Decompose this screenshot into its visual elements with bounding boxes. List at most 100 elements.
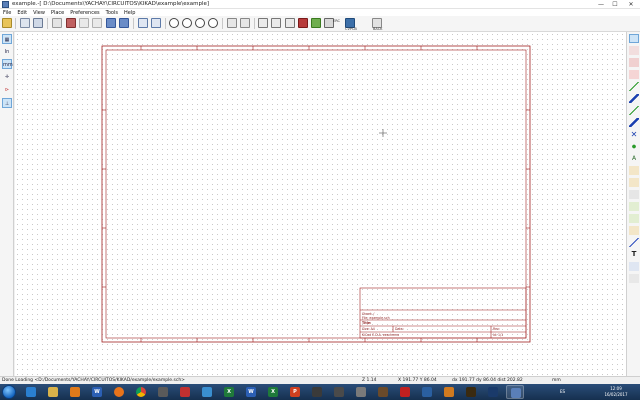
close-button[interactable]: ✕ (622, 0, 640, 9)
minimize-button[interactable]: — (594, 0, 608, 9)
app-icon (466, 387, 476, 397)
start-button[interactable] (2, 385, 16, 399)
library-editor-icon[interactable] (258, 18, 268, 28)
units-inch-icon[interactable]: In (2, 47, 12, 57)
highlight-net-icon[interactable] (629, 46, 639, 55)
place-bus-icon[interactable] (629, 94, 639, 103)
import-sheet-pin-icon[interactable] (629, 202, 639, 211)
taskbar-app-11[interactable]: X (220, 385, 238, 399)
taskbar-app-8[interactable] (154, 385, 172, 399)
back-label: BACK (373, 27, 383, 31)
taskbar-app-20[interactable] (418, 385, 436, 399)
taskbar-app-firefox[interactable] (110, 385, 128, 399)
taskbar-app-21[interactable] (440, 385, 458, 399)
menu-help[interactable]: Help (121, 10, 138, 16)
menu-edit[interactable]: Edit (14, 10, 30, 16)
netlist-icon[interactable] (311, 18, 321, 28)
excel-icon: X (268, 387, 278, 397)
menu-view[interactable]: View (30, 10, 48, 16)
taskbar-app-16[interactable] (330, 385, 348, 399)
toolbar-separator (222, 18, 223, 29)
zoom-out-icon[interactable] (182, 18, 192, 28)
place-wire-icon[interactable] (629, 82, 639, 91)
sheet-pin-icon[interactable] (629, 214, 639, 223)
annotate-icon[interactable] (285, 18, 295, 28)
taskbar-app-explorer[interactable] (44, 385, 62, 399)
page-settings-icon[interactable] (52, 18, 62, 28)
left-options-toolbar: ▦ In mm ✛ ⊳ ⊥ (0, 32, 14, 376)
taskbar-app-17[interactable] (352, 385, 370, 399)
app-icon (488, 387, 498, 397)
title-block-title: Title: (362, 321, 371, 325)
hidden-pins-icon[interactable]: ⊳ (2, 85, 12, 95)
undo-icon[interactable] (106, 18, 116, 28)
hierarchical-label-icon[interactable] (629, 178, 639, 187)
app-icon (312, 387, 322, 397)
zoom-fit-icon[interactable] (208, 18, 218, 28)
taskbar-app-9[interactable] (176, 385, 194, 399)
taskbar-app-kicad[interactable] (506, 385, 524, 399)
global-label-icon[interactable] (629, 166, 639, 175)
save-icon[interactable] (33, 18, 43, 28)
net-label-icon[interactable]: A (629, 154, 639, 163)
library-browser-icon[interactable] (271, 18, 281, 28)
place-power-icon[interactable] (629, 70, 639, 79)
place-component-icon[interactable] (629, 58, 639, 67)
copy-icon[interactable] (79, 18, 89, 28)
menu-file[interactable]: File (0, 10, 14, 16)
taskbar-app-chrome[interactable] (132, 385, 150, 399)
find-icon[interactable] (138, 18, 148, 28)
taskbar-app-14[interactable]: P (286, 385, 304, 399)
tray-language[interactable]: ES (560, 389, 565, 394)
wire-to-bus-entry-icon[interactable] (629, 106, 639, 115)
menu-place[interactable]: Place (48, 10, 67, 16)
taskbar-app-19[interactable] (396, 385, 414, 399)
graphic-polyline-icon[interactable] (629, 226, 639, 235)
hierarchy-navigator-icon[interactable] (227, 18, 237, 28)
delete-item-icon[interactable] (629, 274, 639, 283)
erc-icon[interactable] (298, 18, 308, 28)
new-sheet-icon[interactable] (20, 18, 30, 28)
place-image-icon[interactable] (629, 262, 639, 271)
find-replace-icon[interactable] (151, 18, 161, 28)
taskbar-app-13[interactable]: X (264, 385, 282, 399)
zoom-redraw-icon[interactable] (195, 18, 205, 28)
taskbar-app-15[interactable] (308, 385, 326, 399)
menu-preferences[interactable]: Preferences (67, 10, 102, 16)
open-folder-icon[interactable] (2, 18, 12, 28)
taskbar-app-ie[interactable] (22, 385, 40, 399)
grid-toggle-icon[interactable]: ▦ (2, 34, 12, 44)
graphic-line-icon[interactable] (629, 238, 639, 247)
hierarchical-sheet-icon[interactable] (629, 190, 639, 199)
taskbar-app-word[interactable]: W (88, 385, 106, 399)
taskbar-app-10[interactable] (198, 385, 216, 399)
sheet-outer-border (101, 45, 531, 343)
sheet-inner-border (105, 49, 527, 339)
zoom-in-icon[interactable] (169, 18, 179, 28)
title-block-size: Size: A4 (362, 327, 375, 331)
taskbar-app-23[interactable] (484, 385, 502, 399)
units-mm-icon[interactable]: mm (2, 59, 13, 69)
menu-tools[interactable]: Tools (103, 10, 121, 16)
cursor-shape-icon[interactable]: ✛ (2, 72, 12, 82)
bus-to-bus-entry-icon[interactable] (629, 118, 639, 127)
no-connect-icon[interactable]: ✕ (629, 130, 639, 139)
paste-icon[interactable] (92, 18, 102, 28)
main-toolbar: ERC CVPCB BACK (0, 16, 640, 32)
taskbar-app-media[interactable] (66, 385, 84, 399)
tray-date[interactable]: 16/02/2017 (596, 392, 636, 397)
place-text-icon[interactable]: T (629, 250, 639, 259)
taskbar-app-12[interactable]: W (242, 385, 260, 399)
taskbar-app-22[interactable] (462, 385, 480, 399)
leave-sheet-icon[interactable] (240, 18, 250, 28)
toolbar-separator (15, 18, 16, 29)
tray-time[interactable]: 12:09 (596, 386, 636, 391)
taskbar-app-18[interactable] (374, 385, 392, 399)
redo-icon[interactable] (119, 18, 129, 28)
cut-icon[interactable] (66, 18, 76, 28)
select-arrow-icon[interactable] (629, 34, 639, 43)
junction-icon[interactable] (629, 142, 639, 151)
schematic-canvas[interactable]: Sheet: / File: example.sch Title: Size: … (15, 32, 626, 376)
maximize-button[interactable]: ☐ (608, 0, 622, 9)
bus-wire-angle-icon[interactable]: ⊥ (2, 98, 12, 108)
